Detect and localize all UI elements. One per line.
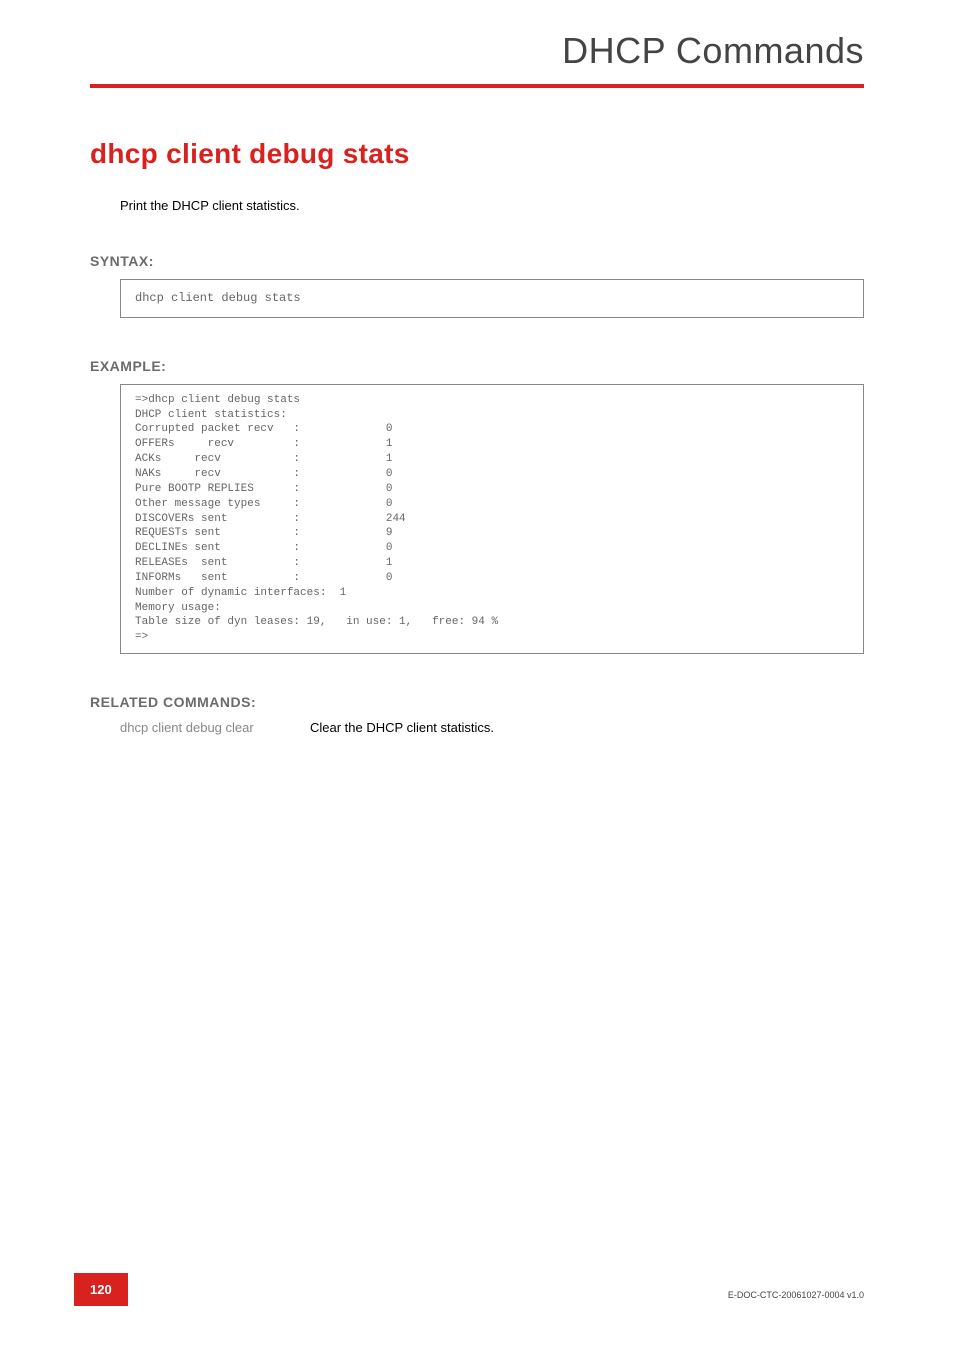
syntax-code: dhcp client debug stats <box>120 279 864 318</box>
example-label: EXAMPLE: <box>90 358 864 374</box>
document-id: E-DOC-CTC-20061027-0004 v1.0 <box>728 1290 864 1300</box>
syntax-label: SYNTAX: <box>90 253 864 269</box>
related-label: RELATED COMMANDS: <box>90 694 864 710</box>
page-number: 120 <box>74 1273 128 1306</box>
command-title: dhcp client debug stats <box>90 138 864 170</box>
related-commands-table: dhcp client debug clear Clear the DHCP c… <box>120 720 864 735</box>
related-command-desc: Clear the DHCP client statistics. <box>310 720 494 735</box>
related-command-name: dhcp client debug clear <box>120 720 310 735</box>
example-code: =>dhcp client debug stats DHCP client st… <box>120 384 864 654</box>
related-row: dhcp client debug clear Clear the DHCP c… <box>120 720 864 735</box>
command-description: Print the DHCP client statistics. <box>120 198 864 213</box>
page-header-title: DHCP Commands <box>90 30 864 84</box>
